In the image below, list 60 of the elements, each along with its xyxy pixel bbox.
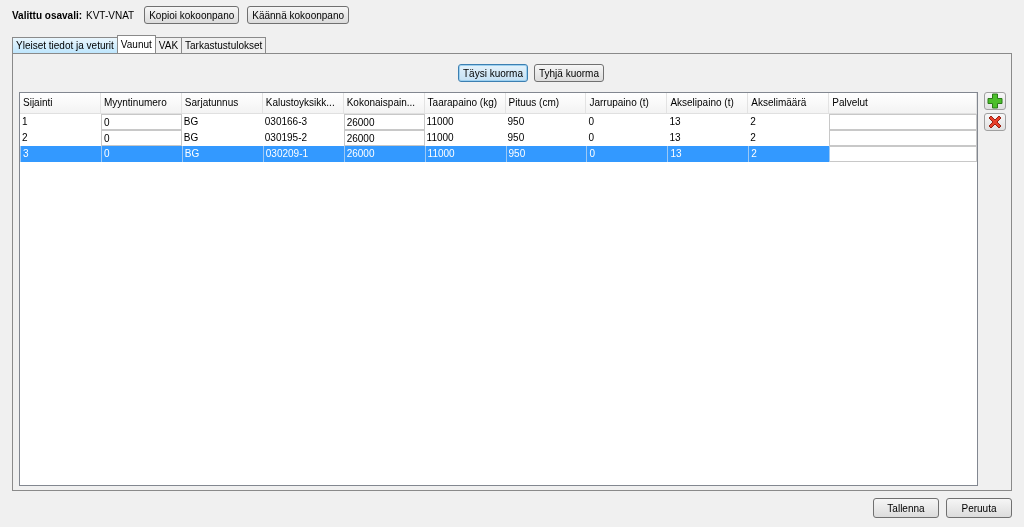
add-button[interactable] [984, 92, 1006, 110]
input-field[interactable]: 26000 [343, 130, 425, 146]
table-cell-text: 030195-2 [263, 131, 309, 145]
load-button[interactable]: Täysi kuorma [457, 64, 528, 82]
tab[interactable]: Vaunut [116, 35, 156, 53]
column-header[interactable]: Taarapaino (kg) [424, 93, 506, 113]
column-header[interactable]: Sarjatunnus [181, 93, 263, 113]
table-cell: 26000 [343, 146, 425, 162]
input-field[interactable] [829, 130, 978, 146]
column-header[interactable]: Palvelut [829, 93, 978, 113]
toolbar-button[interactable]: Kopioi kokoonpano [144, 6, 240, 24]
table-cell: 11000 [424, 146, 506, 162]
table-cell-text: 11000 [425, 131, 455, 145]
column-header[interactable]: Kokonaispain... [343, 93, 425, 113]
table-cell-text: 2 [749, 115, 757, 129]
table-row[interactable]: 2 0 BG 030195-2 26000 11000 950 0 13 2 [20, 130, 977, 146]
input-field[interactable] [829, 146, 978, 162]
table-cell-text: 0 [587, 131, 595, 145]
input-field[interactable]: 0 [100, 130, 182, 146]
dialog-button[interactable]: Peruuta [946, 498, 1012, 518]
table-cell-text: 1 [21, 115, 29, 129]
column-header[interactable]: Sijainti [20, 93, 101, 113]
table-cell-text: 030166-3 [263, 115, 309, 129]
tab[interactable]: Tarkastustulokset [181, 37, 267, 53]
table-cell: 950 [505, 146, 587, 162]
table-row[interactable]: 1 0 BG 030166-3 26000 11000 950 0 13 2 [20, 114, 977, 130]
column-header[interactable]: Myyntinumero [100, 93, 182, 113]
table-cell-text: 11000 [425, 115, 455, 129]
table-cell-text: 2 [21, 131, 29, 145]
table-cell-text: 13 [668, 131, 682, 145]
selection-label: Valittu osavali: [12, 9, 83, 21]
load-button[interactable]: Tyhjä kuorma [534, 64, 604, 82]
table-cell-text: 950 [506, 115, 526, 129]
input-field[interactable]: 0 [100, 114, 182, 130]
table-cell-text: BG [182, 131, 200, 145]
table-cell: 3 [20, 146, 101, 162]
tab[interactable]: Yleiset tiedot ja veturit [12, 37, 118, 53]
table-cell-text: 2 [749, 131, 757, 145]
table-cell: 0 [100, 146, 182, 162]
table-cell: 0 [586, 146, 668, 162]
table-cell-text: 950 [506, 131, 526, 145]
column-header[interactable]: Akselipaino (t) [667, 93, 749, 113]
delete-button[interactable] [984, 113, 1006, 131]
dialog-button[interactable]: Tallenna [873, 498, 939, 518]
column-header[interactable]: Jarrupaino (t) [586, 93, 668, 113]
table-cell: BG [181, 146, 263, 162]
selection-value: KVT-VNAT [86, 9, 135, 21]
toolbar-button[interactable]: Käännä kokoonpano [247, 6, 349, 24]
table-cell: 030209-1 [262, 146, 344, 162]
column-header[interactable]: Kalustoyksikk... [262, 93, 344, 113]
plus-icon [987, 93, 1003, 109]
input-field[interactable] [829, 114, 978, 130]
input-field[interactable]: 26000 [343, 114, 425, 130]
table-cell-text: 13 [668, 115, 682, 129]
cross-icon [987, 114, 1003, 130]
table-cell: 13 [667, 146, 749, 162]
table-cell-text: BG [182, 115, 200, 129]
column-header[interactable]: Akselimäärä [748, 93, 830, 113]
table-cell-text: 0 [587, 115, 595, 129]
column-header[interactable]: Pituus (cm) [505, 93, 587, 113]
